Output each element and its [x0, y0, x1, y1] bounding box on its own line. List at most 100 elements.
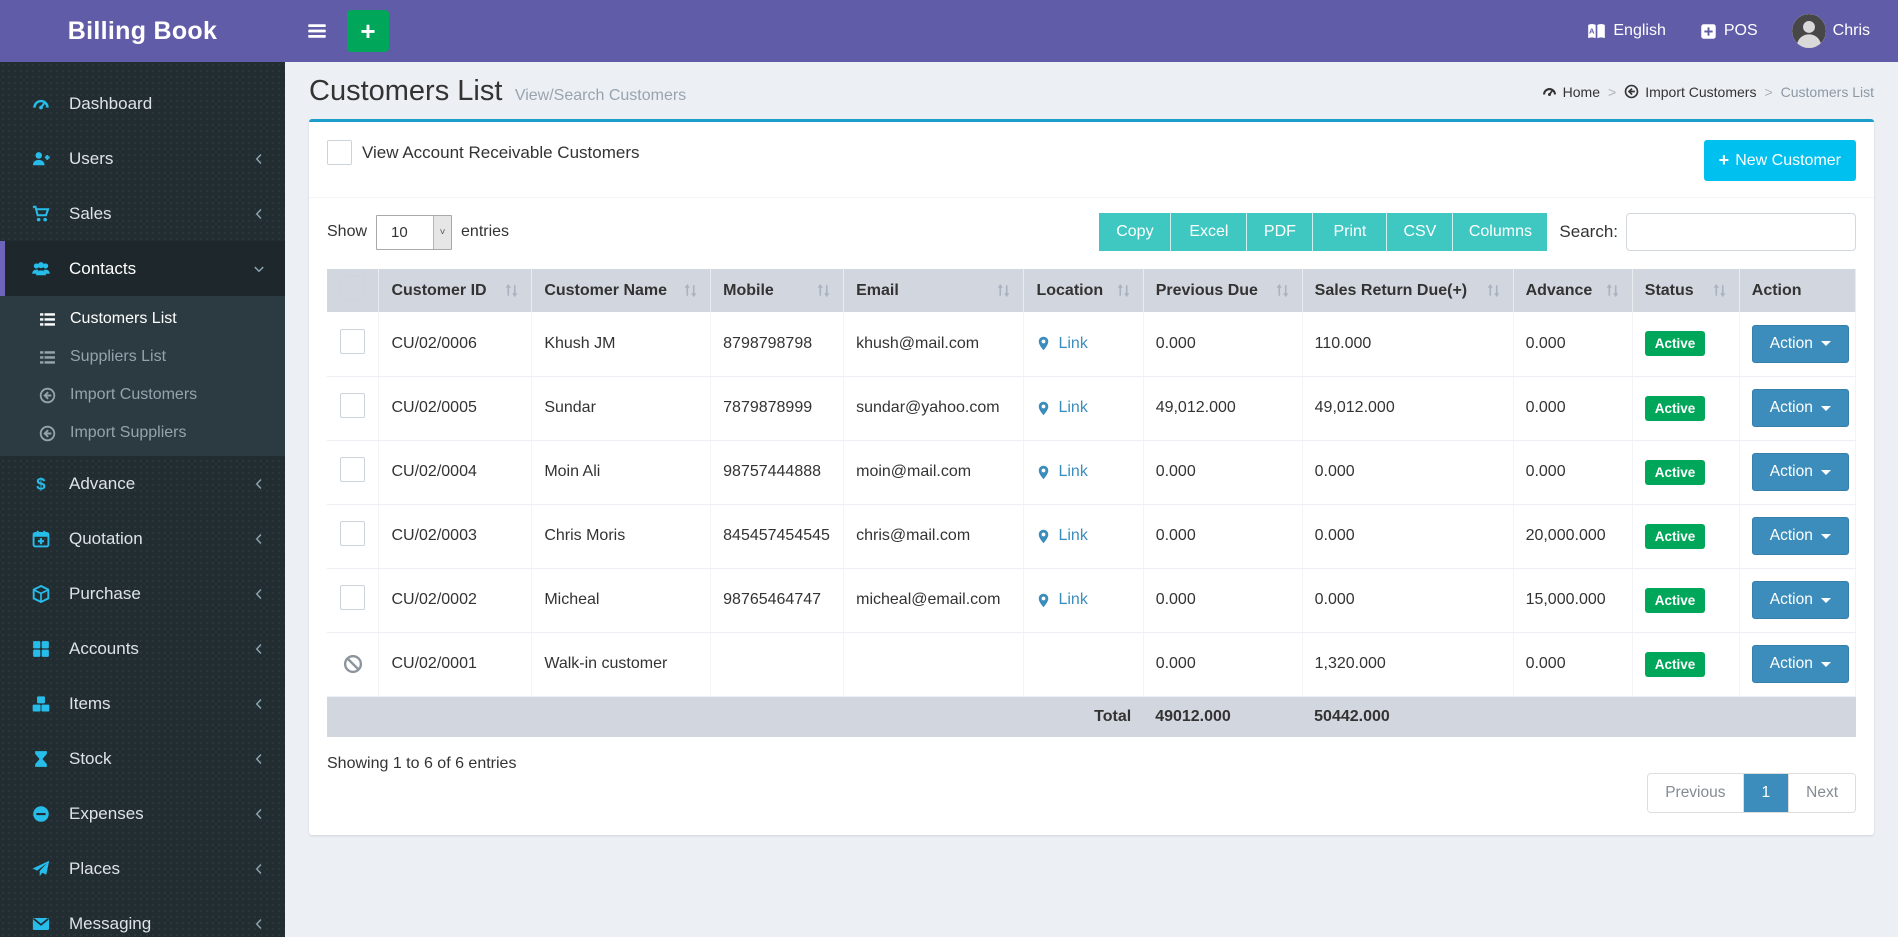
sidebar-item-dashboard[interactable]: Dashboard [0, 76, 285, 131]
column-header-sales-return-due-[interactable]: Sales Return Due(+) [1302, 269, 1513, 312]
column-header-customer-name[interactable]: Customer Name [532, 269, 711, 312]
column-header-email[interactable]: Email [844, 269, 1024, 312]
status-badge: Active [1645, 331, 1706, 356]
email-cell: moin@mail.com [844, 440, 1024, 504]
location-link[interactable]: Link [1036, 335, 1130, 353]
sidebar-item-expenses[interactable]: Expenses [0, 786, 285, 841]
sidebar-item-label: Expenses [69, 804, 144, 824]
location-link[interactable]: Link [1036, 399, 1130, 417]
customer-name-cell: Chris Moris [532, 504, 711, 568]
mobile-cell: 845457454545 [711, 504, 844, 568]
action-dropdown-button[interactable]: Action [1752, 453, 1849, 491]
action-dropdown-button[interactable]: Action [1752, 325, 1849, 363]
mobile-cell [711, 632, 844, 696]
row-checkbox[interactable] [340, 457, 365, 482]
sidebar-subitem-import-suppliers[interactable]: Import Suppliers [0, 414, 285, 452]
action-dropdown-button[interactable]: Action [1752, 389, 1849, 427]
action-dropdown-button[interactable]: Action [1752, 517, 1849, 555]
email-cell: micheal@email.com [844, 568, 1024, 632]
location-link[interactable]: Link [1036, 463, 1130, 481]
sort-icon [683, 283, 698, 298]
entries-label: entries [461, 223, 509, 241]
row-checkbox[interactable] [340, 521, 365, 546]
table-row: CU/02/0001Walk-in customer0.0001,320.000… [327, 632, 1856, 696]
import-circle-icon [1624, 84, 1639, 99]
column-header-advance[interactable]: Advance [1513, 269, 1632, 312]
export-excel-button[interactable]: Excel [1171, 213, 1247, 251]
sidebar-item-stock[interactable]: Stock [0, 731, 285, 786]
column-header-previous-due[interactable]: Previous Due [1143, 269, 1302, 312]
sidebar-item-items[interactable]: Items [0, 676, 285, 731]
sidebar-item-accounts[interactable]: Accounts [0, 621, 285, 676]
customer-name-cell: Walk-in customer [532, 632, 711, 696]
view-ar-checkbox[interactable] [327, 140, 352, 165]
action-dropdown-button[interactable]: Action [1752, 645, 1849, 683]
page-length-select[interactable]: 10 ˅ [376, 215, 452, 250]
caret-down-icon [1821, 534, 1831, 539]
list-icon [36, 349, 58, 366]
table-header: Customer IDCustomer Name Mobile EmailLocat… [327, 269, 1856, 312]
breadcrumb-item-import-customers[interactable]: Import Customers [1624, 84, 1756, 100]
select-all-checkbox[interactable] [340, 276, 365, 301]
user-menu[interactable]: Chris [1792, 14, 1870, 48]
pagination-previous[interactable]: Previous [1648, 774, 1742, 812]
footer-empty-cell [327, 696, 379, 737]
customer-name-cell: Moin Ali [532, 440, 711, 504]
email-cell [844, 632, 1024, 696]
location-link[interactable]: Link [1036, 591, 1130, 609]
caret-down-icon [1821, 662, 1831, 667]
chevron-left-icon [253, 863, 265, 875]
column-label: Action [1752, 282, 1802, 300]
sidebar-item-contacts[interactable]: Contacts [0, 241, 285, 296]
sidebar-subitem-customers-list[interactable]: Customers List [0, 300, 285, 338]
chevron-left-icon [253, 808, 265, 820]
row-checkbox[interactable] [340, 329, 365, 354]
pagination-page-1[interactable]: 1 [1743, 774, 1789, 812]
quick-add-button[interactable]: + [347, 10, 389, 52]
location-cell: Link [1024, 440, 1143, 504]
sidebar-item-places[interactable]: Places [0, 841, 285, 896]
breadcrumb-item-customers-list: Customers List [1781, 84, 1874, 100]
new-customer-button[interactable]: +New Customer [1704, 140, 1856, 181]
customer-id-cell: CU/02/0002 [379, 568, 532, 632]
column-header-location[interactable]: Location [1024, 269, 1143, 312]
sidebar-subitem-suppliers-list[interactable]: Suppliers List [0, 338, 285, 376]
search-input[interactable] [1626, 213, 1856, 251]
column-header-status[interactable]: Status [1632, 269, 1739, 312]
table-row: CU/02/0002Micheal98765464747micheal@emai… [327, 568, 1856, 632]
export-buttons: CopyExcelPDFPrintCSVColumns [1099, 213, 1547, 251]
language-menu[interactable]: A English [1587, 22, 1665, 41]
sidebar-item-advance[interactable]: $Advance [0, 456, 285, 511]
export-columns-button[interactable]: Columns [1453, 213, 1547, 251]
breadcrumb-item-home[interactable]: Home [1542, 84, 1600, 100]
hamburger-icon[interactable] [307, 21, 327, 41]
advance-cell: 0.000 [1513, 440, 1632, 504]
sidebar-subitem-import-customers[interactable]: Import Customers [0, 376, 285, 414]
column-header-mobile[interactable]: Mobile [711, 269, 844, 312]
export-csv-button[interactable]: CSV [1387, 213, 1453, 251]
pos-button[interactable]: POS [1700, 22, 1758, 40]
sidebar-item-quotation[interactable]: Quotation [0, 511, 285, 566]
sidebar-item-messaging[interactable]: Messaging [0, 896, 285, 937]
pagination-next[interactable]: Next [1788, 774, 1855, 812]
user-plus-icon [29, 150, 53, 168]
breadcrumb-separator: > [1608, 84, 1616, 100]
column-header-customer-id[interactable]: Customer ID [379, 269, 532, 312]
advance-cell: 15,000.000 [1513, 568, 1632, 632]
app-logo[interactable]: Billing Book [0, 0, 285, 62]
sidebar-item-sales[interactable]: Sales [0, 186, 285, 241]
row-checkbox[interactable] [340, 393, 365, 418]
export-pdf-button[interactable]: PDF [1247, 213, 1313, 251]
action-dropdown-button[interactable]: Action [1752, 581, 1849, 619]
table-info: Showing 1 to 6 of 6 entries [327, 755, 516, 773]
export-print-button[interactable]: Print [1313, 213, 1387, 251]
sidebar-item-purchase[interactable]: Purchase [0, 566, 285, 621]
export-copy-button[interactable]: Copy [1099, 213, 1171, 251]
location-link[interactable]: Link [1036, 527, 1130, 545]
select-all-header-cell[interactable] [327, 269, 379, 312]
row-checkbox[interactable] [340, 585, 365, 610]
sidebar-item-users[interactable]: Users [0, 131, 285, 186]
row-select-cell [327, 568, 379, 632]
hourglass-icon [29, 750, 53, 768]
column-label: Mobile [723, 282, 774, 300]
